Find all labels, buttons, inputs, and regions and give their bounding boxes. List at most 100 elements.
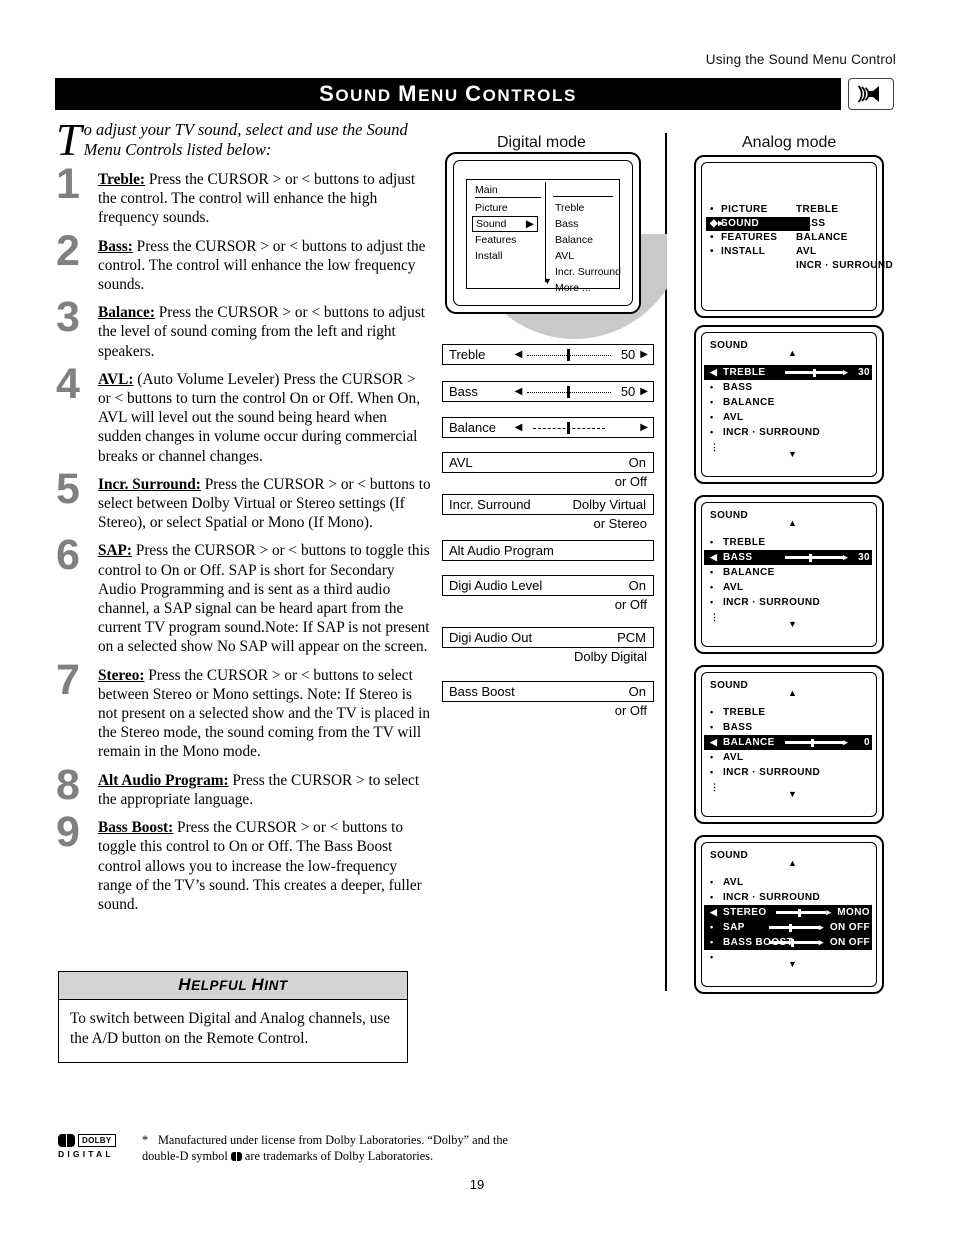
analog-row-avl[interactable]: • AVL: [710, 875, 868, 890]
step-number: 3: [56, 293, 80, 342]
analog-menu-item-picture[interactable]: • PICTURE: [710, 203, 796, 217]
step-term: Alt Audio Program:: [98, 771, 229, 789]
analog-row-bass-boost[interactable]: • BASS BOOST ▸ ON OFF: [704, 935, 872, 950]
digital-menu-item-picture[interactable]: Picture: [475, 200, 541, 216]
analog-submenu-balance[interactable]: BALANCE: [796, 231, 893, 245]
triangle-left-icon[interactable]: ◀: [515, 349, 523, 360]
digital-submenu-balance[interactable]: Balance: [555, 232, 621, 248]
analog-menu-item-install[interactable]: • INSTALL: [710, 245, 796, 259]
slider-track[interactable]: [527, 348, 612, 361]
analog-row-treble-slider[interactable]: ▸ 30: [785, 365, 870, 380]
slider-track[interactable]: ▸: [785, 368, 851, 377]
analog-submenu-treble[interactable]: TREBLE: [796, 203, 893, 217]
analog-row-balance[interactable]: • BALANCE: [710, 565, 868, 580]
analog-row-balance-label: BALANCE: [723, 397, 775, 408]
triangle-left-icon[interactable]: ◀: [710, 735, 723, 750]
triangle-right-icon[interactable]: ▶: [640, 349, 648, 360]
digital-submenu-treble[interactable]: Treble: [555, 200, 621, 216]
analog-row-avl[interactable]: • AVL: [710, 410, 868, 425]
triangle-right-icon[interactable]: ▶: [640, 386, 648, 397]
digital-bar-balance-slider[interactable]: ◀ ▶: [515, 421, 653, 434]
triangle-left-icon[interactable]: ◀: [710, 365, 723, 380]
intro-text: o adjust your TV sound, select and use t…: [83, 120, 408, 159]
step-number: 1: [56, 160, 80, 208]
analog-row-avl[interactable]: • AVL: [710, 580, 868, 595]
digital-submenu-incr-surround[interactable]: Incr. Surround: [555, 264, 621, 280]
digital-submenu-bass[interactable]: Bass: [555, 216, 621, 232]
analog-row-incr-surround[interactable]: • INCR · SURROUND: [710, 425, 868, 440]
analog-main-left-column: • PICTURE ◆▸ SOUND • FEATURES • INSTALL: [706, 203, 810, 273]
step-number: 5: [56, 464, 80, 513]
intro-dropcap: T: [56, 114, 82, 165]
digital-submenu-more[interactable]: More ...: [555, 280, 621, 296]
digital-bar-balance[interactable]: Balance ◀ ▶: [442, 417, 654, 438]
digital-bar-avl[interactable]: AVL On: [442, 452, 654, 473]
page-title-c: C: [465, 81, 483, 106]
analog-row-bass-boost-slider[interactable]: ▸ ON OFF: [768, 935, 870, 950]
step-term: Treble:: [98, 171, 146, 188]
slider-track[interactable]: ▸: [785, 738, 851, 747]
bullet-icon: •: [710, 952, 714, 962]
slider-track[interactable]: ▸: [768, 938, 827, 947]
step-number: 6: [56, 531, 80, 580]
analog-row-bass-slider[interactable]: ▸ 30: [785, 550, 870, 565]
digital-menu-item-sound[interactable]: Sound ▶: [472, 216, 538, 232]
analog-row-bass[interactable]: ◀ BASS ▸ 30: [704, 550, 872, 565]
slider-track[interactable]: ▸: [776, 908, 834, 917]
digital-bar-incr-surround[interactable]: Incr. Surround Dolby Virtual: [442, 494, 654, 515]
digital-menu-item-features[interactable]: Features: [475, 232, 541, 248]
slider-track[interactable]: [527, 385, 612, 398]
analog-row-balance[interactable]: • BALANCE: [710, 395, 868, 410]
triangle-right-icon[interactable]: ▶: [640, 422, 648, 433]
analog-row-balance[interactable]: ◀ BALANCE ▸ 0: [704, 735, 872, 750]
analog-row-treble[interactable]: • TREBLE: [710, 535, 868, 550]
analog-row-stereo[interactable]: ◀ STEREO ▸ MONO: [704, 905, 872, 920]
analog-row-sap-slider[interactable]: ▸ ON OFF: [768, 920, 870, 935]
digital-bar-treble-slider[interactable]: ◀ 50 ▶: [515, 347, 653, 362]
analog-submenu-avl[interactable]: AVL: [796, 245, 893, 259]
analog-row-bass[interactable]: • BASS: [710, 380, 868, 395]
digital-bar-bass-boost[interactable]: Bass Boost On: [442, 681, 654, 702]
digital-submenu-avl[interactable]: AVL: [555, 248, 621, 264]
analog-row-balance-slider[interactable]: ▸ 0: [785, 735, 870, 750]
analog-row-treble[interactable]: ◀ TREBLE ▸ 30: [704, 365, 872, 380]
digital-bar-treble[interactable]: Treble ◀ 50 ▶: [442, 344, 654, 365]
analog-panel-balance-content: SOUND ▲ • TREBLE • BASS ◀ BALANCE ▸ 0 • AVL…: [696, 667, 882, 805]
digital-bar-digi-audio-out[interactable]: Digi Audio Out PCM: [442, 627, 654, 648]
triangle-left-icon[interactable]: ◀: [710, 550, 723, 565]
bullet-icon: •: [710, 382, 714, 392]
dolby-logo-top: DOLBY: [58, 1134, 130, 1147]
digital-bar-bass[interactable]: Bass ◀ 50 ▶: [442, 381, 654, 402]
analog-menu-item-sound[interactable]: ◆▸ SOUND: [706, 217, 810, 231]
analog-row-bass[interactable]: • BASS: [710, 720, 868, 735]
step-item: 5 Incr. Surround: Press the CURSOR > or …: [56, 467, 431, 533]
analog-row-incr-surround[interactable]: • INCR · SURROUND: [710, 765, 868, 780]
step-number: 4: [56, 359, 80, 408]
digital-menu-vertical-rule: [545, 182, 546, 282]
digital-menu-item-install[interactable]: Install: [475, 248, 541, 264]
slider-track[interactable]: ▸: [785, 553, 851, 562]
slider-track[interactable]: [527, 421, 611, 434]
analog-row-incr-surround[interactable]: • INCR · SURROUND: [710, 595, 868, 610]
digital-bar-bass-label: Bass: [449, 384, 478, 399]
analog-row-sap[interactable]: • SAP ▸ ON OFF: [704, 920, 872, 935]
analog-menu-item-features[interactable]: • FEATURES: [710, 231, 796, 245]
analog-submenu-bass[interactable]: BASS: [796, 217, 893, 231]
triangle-left-icon[interactable]: ◀: [710, 905, 723, 920]
digital-bar-bass-slider[interactable]: ◀ 50 ▶: [515, 384, 653, 399]
slider-track[interactable]: ▸: [768, 923, 827, 932]
analog-row-incr-surround[interactable]: • INCR · SURROUND: [710, 890, 868, 905]
analog-row-avl[interactable]: • AVL: [710, 750, 868, 765]
analog-row-treble[interactable]: • TREBLE: [710, 705, 868, 720]
analog-row-treble-value: 30: [858, 367, 870, 378]
digital-bar-alt-audio-program[interactable]: Alt Audio Program: [442, 540, 654, 561]
triangle-left-icon[interactable]: ◀: [515, 386, 523, 397]
steps-list: 1 Treble: Press the CURSOR > or < button…: [56, 163, 431, 921]
analog-row-stereo-slider[interactable]: ▸ MONO: [776, 905, 870, 920]
bullet-icon: •: [710, 922, 714, 932]
analog-submenu-incr-surround[interactable]: INCR · SURROUND: [796, 259, 893, 273]
bullet-icon: •: [710, 232, 714, 243]
digital-bar-digi-audio-level[interactable]: Digi Audio Level On: [442, 575, 654, 596]
digital-menu-top-rule: [553, 195, 613, 197]
triangle-left-icon[interactable]: ◀: [515, 422, 523, 433]
